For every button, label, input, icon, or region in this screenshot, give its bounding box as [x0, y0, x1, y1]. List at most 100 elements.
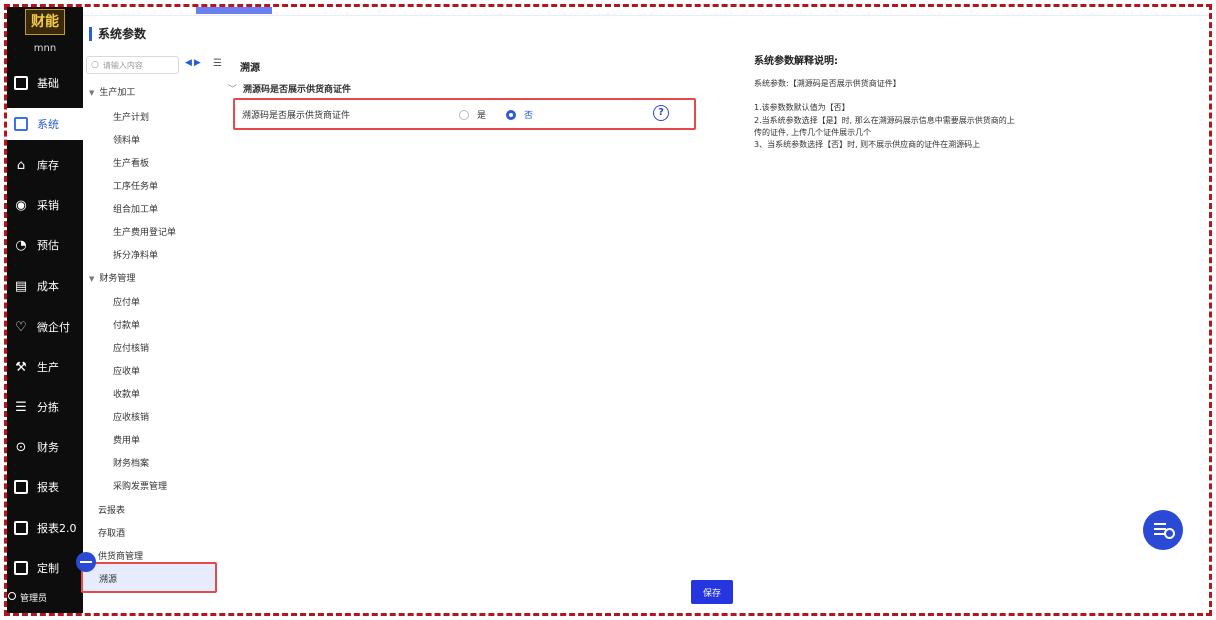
search-list-fab-icon[interactable]: [1143, 510, 1183, 550]
tree-group-finance[interactable]: ▼ 财务管理: [89, 271, 135, 284]
screenshot-frame: [4, 4, 1212, 616]
radio-circle: [506, 109, 516, 120]
search-input[interactable]: ○ 请输入内容: [86, 56, 179, 74]
nav-item-label: 生产: [37, 361, 59, 374]
description-line: 系统参数:【溯源码是否展示供货商证件】: [754, 79, 901, 88]
tree-item[interactable]: 财务档案: [113, 456, 149, 469]
tree-group-production[interactable]: ▼ 生产加工: [89, 85, 135, 98]
nav-item-label: 报表2.0: [37, 522, 77, 535]
grid-icon: [11, 74, 31, 92]
description-line: 传的证件, 上传几个证件展示几个: [754, 128, 872, 137]
tree-item[interactable]: 存取酒: [98, 526, 125, 539]
user-icon: [8, 592, 16, 600]
nav-item-label: 基础: [37, 77, 59, 90]
nav-item-report[interactable]: 报表: [7, 471, 83, 503]
left-nav: 财能 mnn 基础 系统 ⌂ 库存 ◉ 采销 ◔ 预估 ▤ 成本 ♡ 微企付 ⚒…: [7, 7, 83, 613]
help-icon[interactable]: ?: [653, 105, 669, 121]
production-icon: ⚒: [15, 359, 27, 375]
tree-group-label: 生产加工: [99, 88, 136, 98]
param-label: 溯源码是否展示供货商证件: [242, 111, 351, 121]
nav-item-label: 预估: [37, 239, 59, 252]
nav-item-inventory[interactable]: ⌂ 库存: [7, 149, 83, 181]
collapse-toggle-icon[interactable]: [76, 552, 96, 572]
description-line: 1.该参数数默认值为【否】: [754, 103, 850, 112]
section-title: 溯源: [240, 63, 260, 74]
nav-item-cost[interactable]: ▤ 成本: [7, 270, 83, 302]
username: mnn: [33, 43, 57, 54]
nav-item-label: 采销: [37, 199, 59, 212]
tree-item[interactable]: 生产费用登记单: [113, 225, 176, 238]
tree-item[interactable]: 应付核销: [113, 341, 149, 354]
radio-label: 是: [477, 111, 487, 121]
custom-icon: [11, 559, 31, 577]
tree-item[interactable]: 生产看板: [113, 156, 149, 169]
nav-item-label: 报表: [37, 481, 59, 494]
nav-item-label: 分拣: [37, 401, 59, 414]
nav-item-label: 定制: [37, 562, 59, 575]
search-placeholder: 请输入内容: [102, 60, 143, 70]
sorting-icon: ☰: [15, 399, 27, 415]
description-line: 3、当系统参数选择【否】时, 则不展示供应商的证件在溯源码上: [754, 140, 981, 149]
radio-yes[interactable]: 是: [459, 108, 486, 121]
tree-item[interactable]: 领料单: [113, 133, 140, 146]
tree-item[interactable]: 采购发票管理: [113, 479, 167, 492]
nav-item-estimate[interactable]: ◔ 预估: [7, 229, 83, 261]
sub-section-title: 溯源码是否展示供货商证件: [243, 85, 352, 95]
tree-item[interactable]: 收款单: [113, 387, 140, 400]
cost-icon: ▤: [14, 278, 28, 294]
chevron-down-icon: ﹀: [228, 85, 238, 95]
top-divider: [83, 15, 1209, 16]
search-icon: ○: [91, 60, 99, 70]
page-title: 系统参数: [89, 27, 146, 41]
nav-item-report-v2[interactable]: 报表2.0: [7, 512, 83, 544]
param-row: 溯源码是否展示供货商证件 是 否 ?: [233, 98, 696, 130]
nav-item-label: 系统: [37, 118, 59, 131]
report-icon: [11, 478, 31, 496]
nav-item-purchase-sales[interactable]: ◉ 采销: [7, 189, 83, 221]
report-v2-icon: [11, 519, 31, 537]
tree-item[interactable]: 云报表: [98, 503, 125, 516]
description-line: 2.当系统参数选择【是】时, 那么在溯源码展示信息中需要展示供货商的上: [754, 116, 1015, 125]
caret-down-icon: ▼: [89, 275, 95, 283]
tree-item[interactable]: 应付单: [113, 295, 140, 308]
tree-item[interactable]: 付款单: [113, 318, 140, 331]
caret-down-icon: ▼: [89, 89, 95, 97]
finance-icon: ⊙: [15, 439, 27, 455]
sub-section-header[interactable]: ﹀ 溯源码是否展示供货商证件: [228, 82, 351, 95]
nav-item-wechat-pay[interactable]: ♡ 微企付: [7, 311, 83, 343]
tree-item[interactable]: 费用单: [113, 433, 140, 446]
nav-item-label: 微企付: [37, 321, 70, 334]
save-button[interactable]: 保存: [691, 580, 733, 604]
radio-no[interactable]: 否: [506, 108, 533, 121]
tree-item[interactable]: 生产计划: [113, 110, 149, 123]
warehouse-icon: ⌂: [16, 157, 26, 173]
tree-item[interactable]: 拆分净料单: [113, 248, 158, 261]
nav-item-production[interactable]: ⚒ 生产: [7, 351, 83, 383]
description-title: 系统参数解释说明:: [754, 56, 838, 67]
tree-nav-arrows[interactable]: ◀▶: [185, 58, 203, 68]
nav-item-label: 财务: [37, 441, 59, 454]
nav-item-label: 库存: [37, 159, 59, 172]
active-tab-indicator: [196, 7, 272, 14]
app-logo: 财能: [25, 9, 65, 35]
tree-item[interactable]: 应收核销: [113, 410, 149, 423]
tree-item[interactable]: 供货商管理: [98, 549, 143, 562]
radio-label: 否: [524, 111, 534, 121]
nav-item-basic[interactable]: 基础: [7, 67, 83, 99]
purchase-sales-icon: ◉: [15, 197, 27, 213]
tree-item[interactable]: 工序任务单: [113, 179, 158, 192]
admin-label[interactable]: 管理员: [20, 591, 47, 604]
nav-item-custom[interactable]: 定制: [7, 552, 83, 584]
system-settings-icon: [11, 115, 31, 133]
tree-item[interactable]: 应收单: [113, 364, 140, 377]
tree-group-label: 财务管理: [99, 274, 136, 284]
wechat-pay-icon: ♡: [15, 319, 27, 335]
tree-menu-icon[interactable]: ☰: [213, 58, 222, 69]
nav-item-finance[interactable]: ⊙ 财务: [7, 431, 83, 463]
radio-circle: [459, 109, 469, 120]
nav-item-label: 成本: [37, 280, 59, 293]
selected-highlight-box: [81, 562, 217, 593]
nav-item-sorting[interactable]: ☰ 分拣: [7, 391, 83, 423]
tree-item[interactable]: 组合加工单: [113, 202, 158, 215]
nav-item-system[interactable]: 系统: [7, 108, 83, 140]
